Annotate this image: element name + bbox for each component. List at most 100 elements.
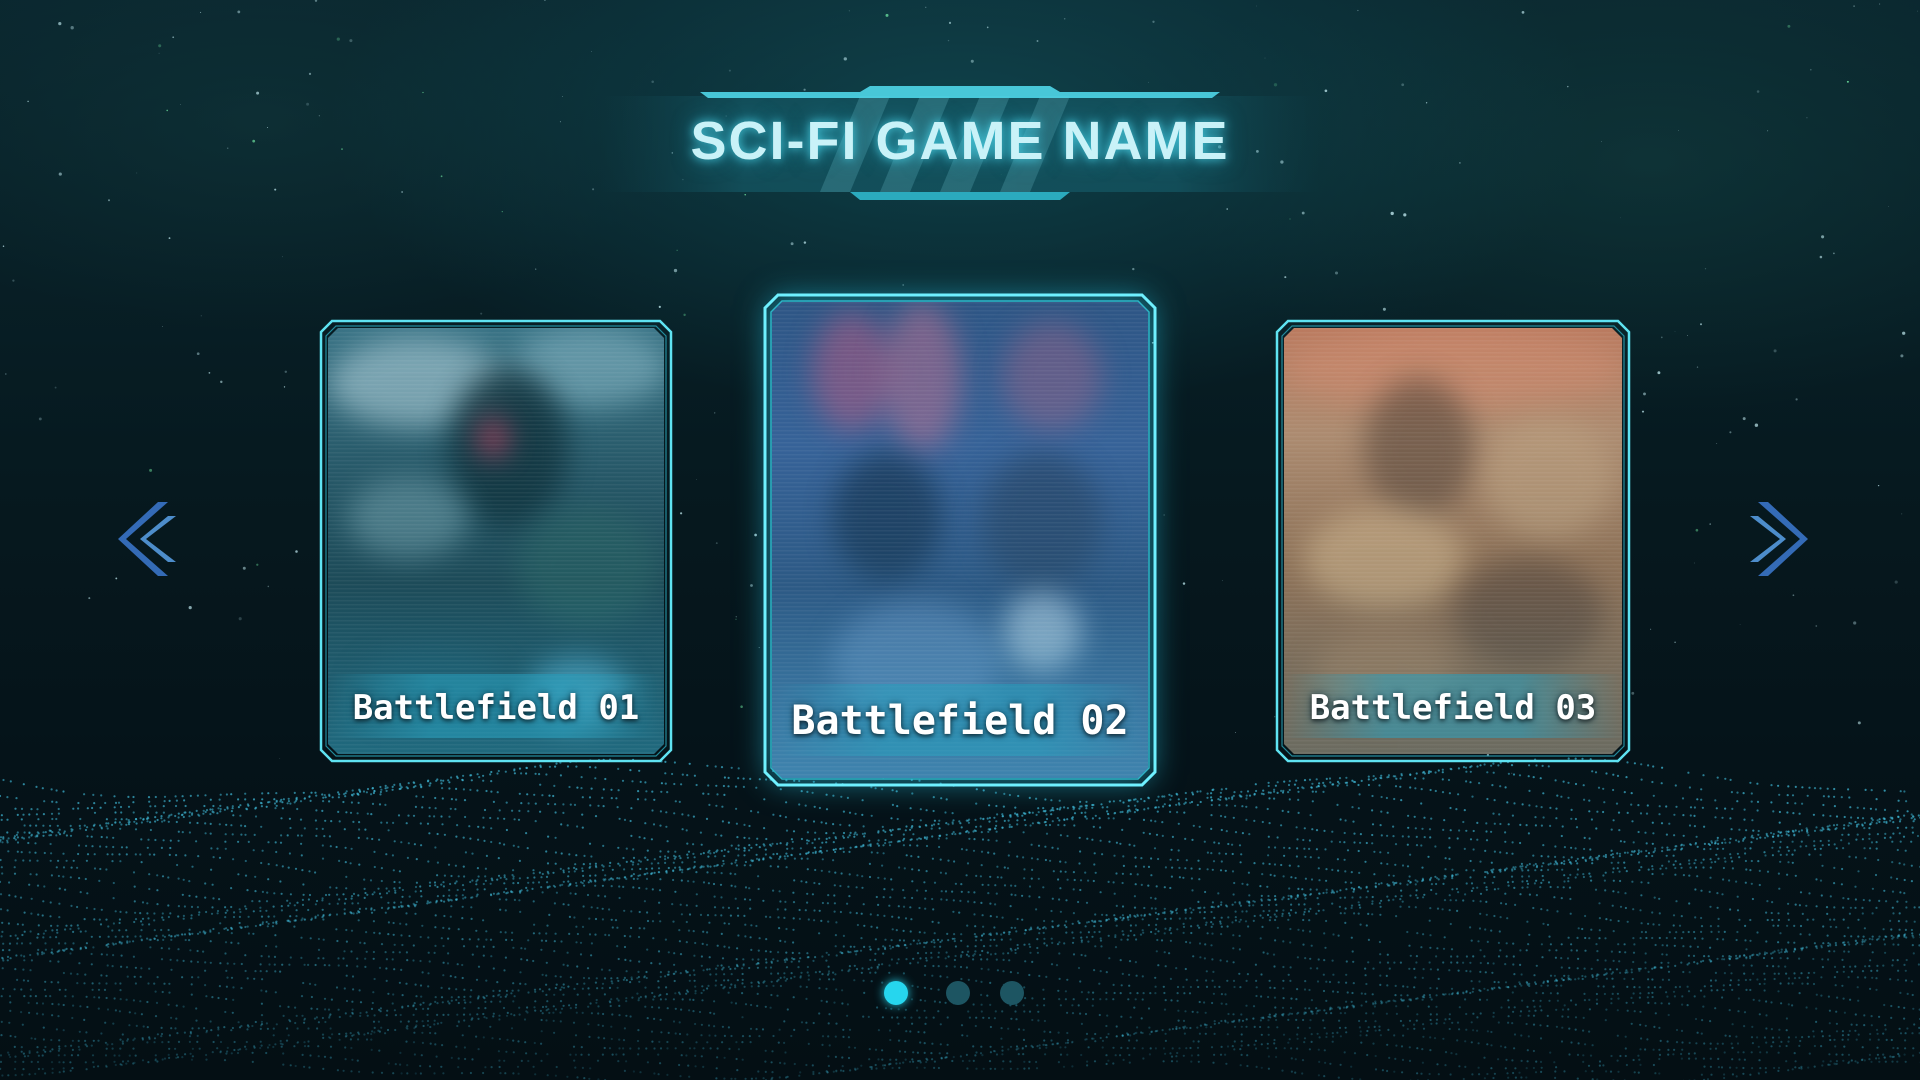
wave-particle [1177, 798, 1180, 801]
wave-particle [1287, 894, 1290, 897]
wave-particle [296, 901, 299, 904]
wave-particle [1548, 935, 1551, 938]
wave-particle [722, 859, 725, 863]
wave-particle [1701, 937, 1704, 940]
wave-particle [839, 823, 842, 826]
wave-particle [1693, 806, 1696, 809]
wave-particle [162, 839, 165, 842]
wave-particle [600, 968, 604, 971]
wave-particle [50, 812, 54, 815]
wave-particle [1651, 821, 1654, 824]
wave-particle [1604, 937, 1607, 940]
wave-particle [1049, 809, 1052, 812]
wave-particle [1248, 904, 1251, 907]
wave-particle [729, 872, 732, 875]
wave-particle [1087, 931, 1090, 934]
wave-particle [1315, 829, 1319, 832]
wave-particle [902, 839, 905, 842]
wave-particle [806, 842, 809, 845]
wave-particle [429, 782, 432, 785]
wave-particle [43, 851, 46, 855]
wave-particle [1170, 794, 1173, 798]
wave-particle [1392, 835, 1395, 838]
wave-particle [1890, 928, 1893, 931]
wave-particle [575, 854, 578, 857]
wave-particle [680, 913, 684, 916]
wave-particle [1343, 841, 1346, 844]
wave-particle [734, 897, 737, 900]
wave-particle [1085, 817, 1088, 820]
wave-particle [289, 826, 292, 830]
wave-particle [463, 875, 466, 878]
wave-particle [1038, 927, 1041, 931]
wave-particle [637, 863, 640, 866]
wave-particle [329, 845, 332, 848]
wave-particle [279, 841, 283, 844]
wave-particle [1673, 834, 1676, 837]
wave-particle [384, 911, 387, 914]
wave-particle [1513, 802, 1516, 805]
wave-particle [1905, 900, 1908, 903]
wave-particle [1231, 870, 1235, 873]
wave-particle [617, 767, 620, 771]
wave-particle [1119, 799, 1122, 802]
wave-particle [737, 934, 740, 937]
wave-particle [280, 817, 283, 820]
wave-particle [855, 912, 858, 915]
wave-particle [1386, 776, 1389, 779]
wave-particle [553, 902, 557, 905]
wave-particle [393, 783, 396, 787]
wave-particle [1219, 922, 1222, 925]
wave-particle [1724, 860, 1727, 863]
wave-particle [105, 868, 108, 871]
wave-particle [1, 949, 5, 952]
wave-particle [638, 886, 641, 890]
wave-particle [148, 853, 151, 856]
wave-particle [1778, 810, 1781, 814]
wave-particle [807, 918, 810, 921]
wave-particle [1246, 790, 1250, 793]
wave-particle [646, 858, 649, 862]
wave-particle [1764, 854, 1767, 857]
wave-particle [93, 802, 96, 805]
wave-particle [687, 929, 691, 932]
wave-particle [1476, 838, 1479, 841]
wave-particle [586, 893, 590, 897]
wave-particle [1119, 811, 1122, 814]
wave-particle [219, 807, 222, 811]
wave-particle [1343, 912, 1346, 915]
wave-particle [1678, 924, 1682, 927]
wave-particle [1694, 916, 1697, 919]
wave-particle [1325, 868, 1328, 871]
wave-particle [1828, 824, 1831, 827]
wave-particle [44, 929, 47, 932]
wave-particle [1703, 848, 1706, 851]
wave-particle [266, 891, 269, 894]
wave-particle [890, 939, 893, 942]
wave-particle [1807, 834, 1810, 837]
wave-particle [118, 821, 121, 824]
wave-particle [1241, 882, 1244, 885]
wave-particle [455, 880, 458, 883]
wave-particle [1071, 922, 1074, 925]
wave-particle [1058, 898, 1061, 901]
wave-particle [366, 837, 369, 840]
wave-particle [1331, 783, 1334, 786]
wave-particle [1245, 794, 1248, 797]
wave-particle [1687, 954, 1690, 957]
wave-particle [13, 866, 16, 869]
wave-particle [1674, 860, 1677, 863]
wave-particle [1392, 898, 1395, 901]
wave-particle [322, 796, 325, 799]
wave-particle [1876, 819, 1879, 822]
wave-particle [1638, 861, 1641, 864]
wave-particle [630, 910, 633, 913]
wave-particle [540, 876, 543, 879]
wave-particle [989, 944, 992, 948]
wave-particle [1485, 870, 1489, 874]
wave-particle [231, 833, 234, 836]
wave-particle [349, 862, 352, 865]
wave-particle [590, 855, 593, 858]
wave-particle [1750, 841, 1753, 844]
wave-particle [1310, 944, 1313, 947]
